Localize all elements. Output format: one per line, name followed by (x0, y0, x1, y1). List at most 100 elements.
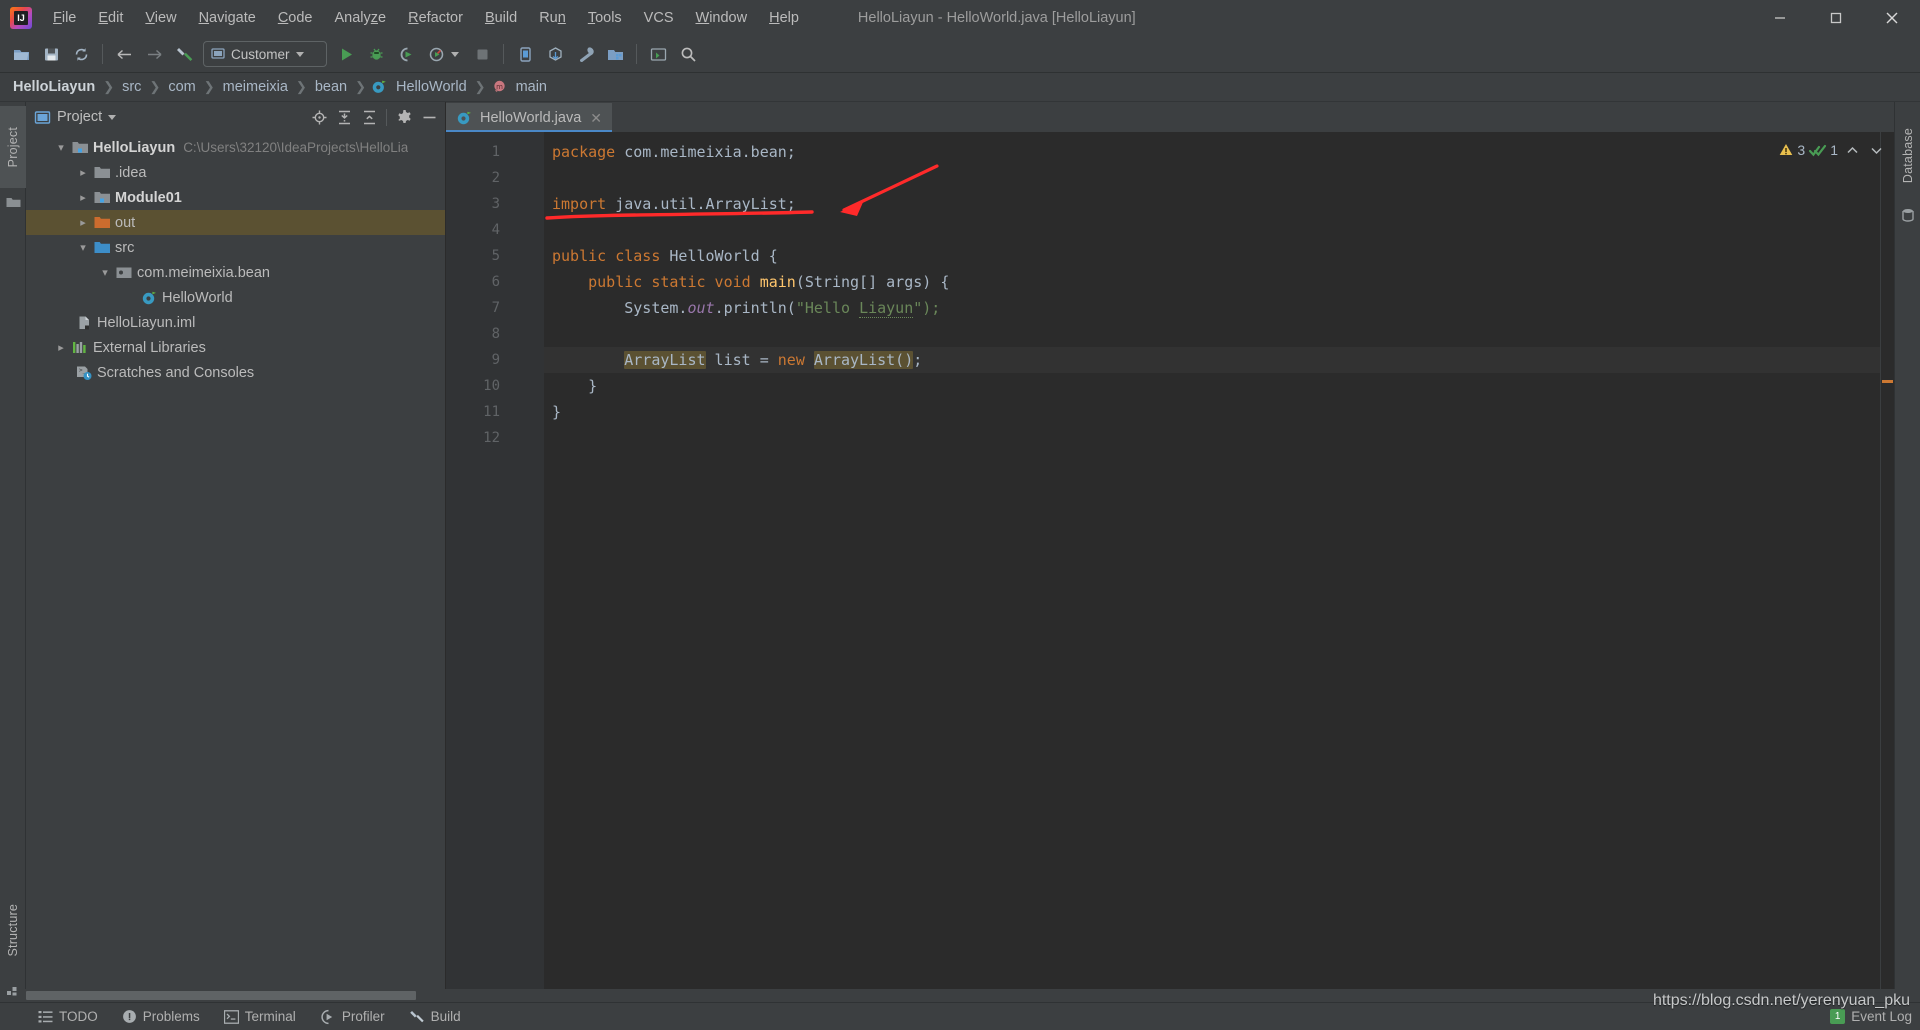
project-tree[interactable]: ▾ HelloLiayun C:\Users\32120\IdeaProject… (26, 132, 445, 989)
ok-group[interactable]: 1 (1809, 142, 1838, 158)
breadcrumb-item-meimeixia[interactable]: meimeixia (220, 79, 291, 95)
chevron-down-icon[interactable]: ▾ (52, 141, 70, 154)
collapse-all-icon[interactable] (357, 105, 381, 129)
close-icon[interactable]: ✕ (588, 111, 604, 125)
tree-row[interactable]: ▸ .idea (26, 160, 445, 185)
chevron-down-icon (295, 51, 304, 57)
breadcrumb-item-com[interactable]: com (165, 79, 198, 95)
chevron-down-icon[interactable]: ▾ (74, 241, 92, 254)
profile-icon[interactable] (421, 39, 451, 69)
expand-all-icon[interactable] (332, 105, 356, 129)
tree-row-out[interactable]: ▸ out (26, 210, 445, 235)
marker-gutter[interactable] (1880, 132, 1894, 989)
libraries-icon (70, 340, 90, 355)
editor-area[interactable]: 1 2 3 4 5 6 7 8 9 10 11 12 package com.m… (446, 132, 1894, 989)
chevron-right-icon[interactable]: ▸ (74, 191, 92, 204)
run-configuration-selector[interactable]: Customer (203, 41, 327, 67)
menu-vcs[interactable]: VCS (633, 5, 685, 31)
warning-group[interactable]: 3 (1778, 142, 1805, 158)
build-hammer-icon[interactable] (169, 39, 199, 69)
gear-icon[interactable] (392, 105, 416, 129)
breadcrumb-item-bean[interactable]: bean (312, 79, 350, 95)
chevron-down-icon[interactable] (1866, 140, 1886, 160)
tree-label: HelloWorld (162, 289, 233, 306)
sync-icon[interactable] (66, 39, 96, 69)
tree-row[interactable]: >_ Scratches and Consoles (26, 360, 445, 385)
debug-icon[interactable] (361, 39, 391, 69)
back-icon[interactable] (109, 39, 139, 69)
menu-help[interactable]: Help (758, 5, 810, 31)
menu-code[interactable]: Code (267, 5, 324, 31)
statusbar-profiler[interactable]: Profiler (308, 1003, 397, 1030)
chevron-down-icon[interactable]: ▾ (96, 266, 114, 279)
maximize-button[interactable] (1808, 0, 1864, 36)
settings-wrench-icon[interactable] (570, 39, 600, 69)
statusbar-right[interactable]: Event Log (1830, 1009, 1912, 1024)
menu-view[interactable]: View (134, 5, 187, 31)
statusbar-build[interactable]: Build (397, 1003, 473, 1030)
breadcrumb-item-class[interactable]: HelloWorld (393, 79, 470, 95)
menu-window[interactable]: Window (685, 5, 759, 31)
run-icon[interactable] (331, 39, 361, 69)
run-coverage-icon[interactable] (391, 39, 421, 69)
menu-navigate[interactable]: Navigate (188, 5, 267, 31)
profile-dropdown-chevron-icon[interactable] (451, 51, 459, 57)
forward-icon[interactable] (139, 39, 169, 69)
chevron-up-icon[interactable] (1842, 140, 1862, 160)
scrollbar-thumb[interactable] (26, 991, 416, 1000)
project-hscrollbar[interactable] (0, 989, 420, 1002)
terminal-window-icon[interactable] (643, 39, 673, 69)
folder-icon (92, 165, 112, 180)
menu-analyze[interactable]: Analyze (324, 5, 398, 31)
sdk-manager-icon[interactable] (540, 39, 570, 69)
breadcrumb-item-method[interactable]: main (513, 79, 550, 95)
tree-row[interactable]: ▸ Module01 (26, 185, 445, 210)
chevron-right-icon[interactable]: ▸ (74, 216, 92, 229)
statusbar-terminal[interactable]: Terminal (212, 1003, 308, 1030)
tree-label: src (115, 239, 135, 256)
tree-row[interactable]: ▾ HelloLiayun C:\Users\32120\IdeaProject… (26, 135, 445, 160)
tree-row[interactable]: ▸ External Libraries (26, 335, 445, 360)
chevron-right-icon[interactable]: ▸ (74, 166, 92, 179)
scratches-icon: >_ (74, 365, 94, 381)
avd-manager-icon[interactable] (510, 39, 540, 69)
stop-icon[interactable] (467, 39, 497, 69)
close-button[interactable] (1864, 0, 1920, 36)
minimize-button[interactable] (1752, 0, 1808, 36)
chevron-down-icon[interactable] (108, 114, 117, 120)
menu-build[interactable]: Build (474, 5, 528, 31)
breadcrumb-item-src[interactable]: src (119, 79, 144, 95)
statusbar-problems[interactable]: Problems (110, 1003, 212, 1030)
search-everywhere-icon[interactable] (673, 39, 703, 69)
tree-row[interactable]: HelloLiayun.iml (26, 310, 445, 335)
code-content[interactable]: package com.meimeixia.bean; import java.… (544, 132, 1880, 989)
code-line-10: } (552, 377, 598, 395)
inspection-widget[interactable]: 3 1 (1778, 138, 1886, 162)
statusbar-event-log-label[interactable]: Event Log (1851, 1009, 1912, 1024)
save-all-icon[interactable] (36, 39, 66, 69)
chevron-right-icon[interactable]: ▸ (52, 341, 70, 354)
tree-row[interactable]: ▾ src (26, 235, 445, 260)
fold-gutter[interactable] (508, 132, 544, 989)
open-project-icon[interactable] (6, 39, 36, 69)
menu-edit[interactable]: Edit (87, 5, 134, 31)
line-number: 10 (446, 373, 548, 399)
editor-tab-helloworld[interactable]: HelloWorld.java ✕ (446, 103, 614, 133)
menu-refactor[interactable]: Refactor (397, 5, 474, 31)
line-number: 2 (491, 170, 500, 186)
breadcrumb-item-project[interactable]: HelloLiayun (10, 79, 98, 95)
menu-file[interactable]: File (42, 5, 87, 31)
tool-tab-structure[interactable]: Structure (0, 882, 26, 978)
menu-run[interactable]: Run (528, 5, 577, 31)
tool-tab-project[interactable]: Project (0, 106, 26, 188)
menu-tools[interactable]: Tools (577, 5, 633, 31)
project-structure-icon[interactable] (600, 39, 630, 69)
tree-row[interactable]: ▾ com.meimeixia.bean (26, 260, 445, 285)
select-opened-file-icon[interactable] (307, 105, 331, 129)
warning-triangle-icon (1778, 142, 1794, 158)
statusbar-todo[interactable]: TODO (26, 1003, 110, 1030)
tool-tab-database[interactable]: Database (1895, 110, 1920, 202)
tree-row[interactable]: HelloWorld (26, 285, 445, 310)
tree-label: HelloLiayun (93, 139, 176, 156)
hide-panel-icon[interactable] (417, 105, 441, 129)
